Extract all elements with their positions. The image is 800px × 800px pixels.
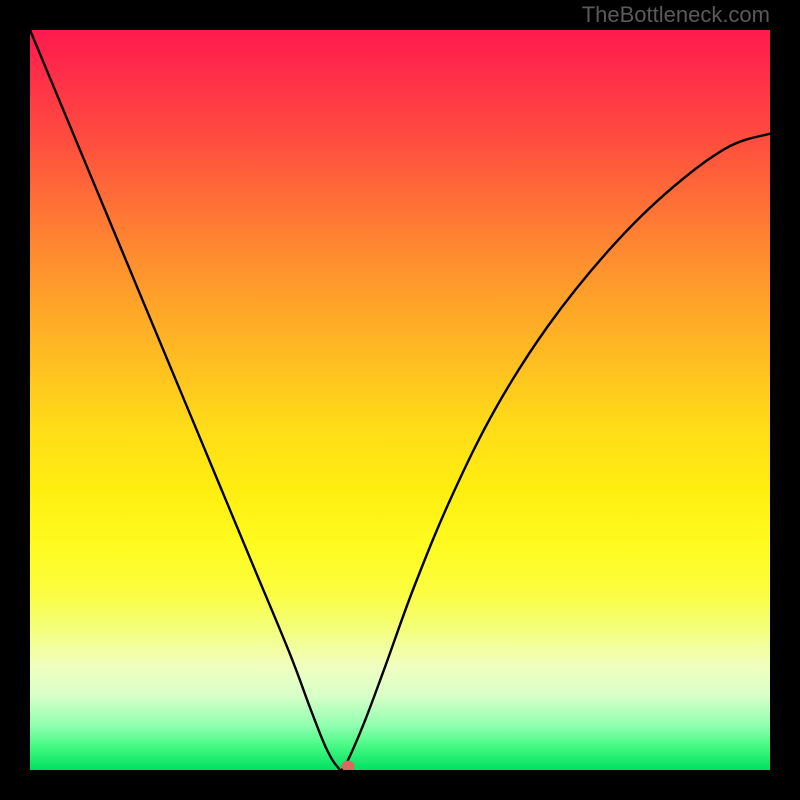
bottleneck-curve-path: [30, 30, 770, 770]
chart-plot-area: [30, 30, 770, 770]
optimal-point-marker: [342, 761, 355, 770]
watermark-text: TheBottleneck.com: [582, 2, 770, 28]
chart-curve-svg: [30, 30, 770, 770]
